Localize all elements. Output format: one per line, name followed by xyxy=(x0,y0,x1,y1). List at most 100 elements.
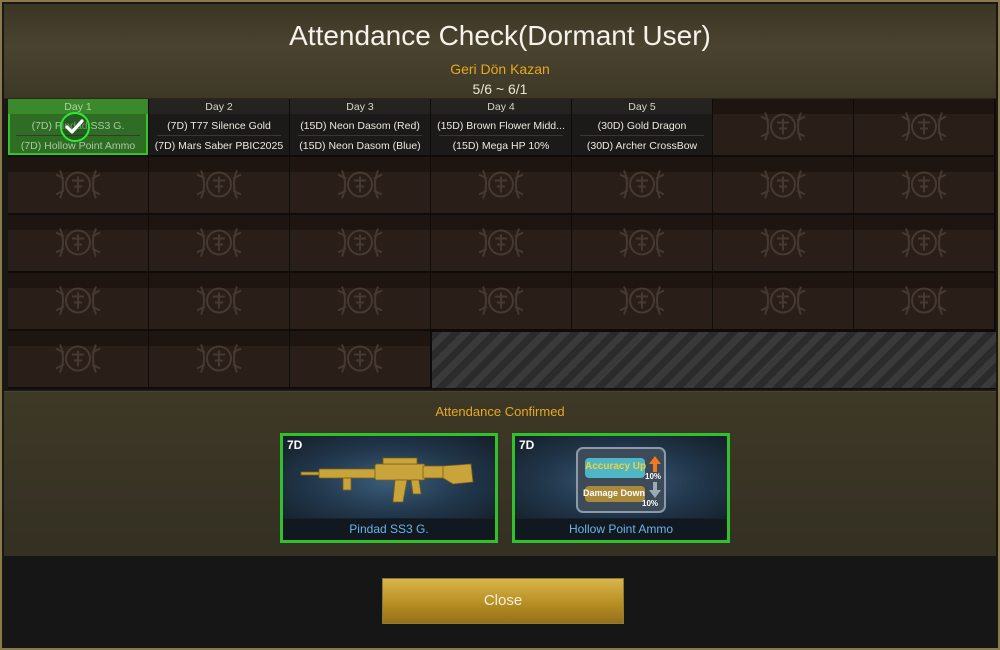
emblem-watermark-icon xyxy=(334,223,386,268)
attendance-dialog: Attendance Check(Dormant User) Geri Dön … xyxy=(0,0,1000,650)
reward-item-1: (30D) Gold Dragon xyxy=(597,120,687,132)
emblem-watermark-icon xyxy=(616,281,668,326)
emblem-watermark-icon xyxy=(475,223,527,268)
day-label: Day 4 xyxy=(487,101,515,113)
empty-day-cell xyxy=(8,273,148,329)
empty-day-cell xyxy=(572,215,712,271)
emblem-watermark-icon xyxy=(52,165,104,210)
empty-day-cell xyxy=(149,215,289,271)
emblem-watermark-icon xyxy=(757,107,809,152)
emblem-watermark-icon xyxy=(757,165,809,210)
emblem-watermark-icon xyxy=(475,281,527,326)
empty-day-cell xyxy=(290,331,430,387)
reward-name: Pindad SS3 G. xyxy=(283,519,495,540)
empty-day-cell xyxy=(713,99,853,155)
emblem-watermark-icon xyxy=(616,223,668,268)
reward-duration: 7D xyxy=(519,438,535,452)
emblem-watermark-icon xyxy=(52,281,104,326)
day-cell-2: Day 2 (7D) T77 Silence Gold (7D) Mars Sabe… xyxy=(149,99,289,155)
checkmark-icon xyxy=(60,112,90,142)
empty-day-cell xyxy=(854,273,994,329)
emblem-watermark-icon xyxy=(52,339,104,384)
empty-day-cell xyxy=(572,157,712,213)
empty-day-cell xyxy=(8,157,148,213)
day-cell-1: Day 1 (7D) Pindad SS3 G. (7D) Hollow Point… xyxy=(8,99,148,155)
empty-day-cell xyxy=(431,273,571,329)
empty-day-cell xyxy=(149,157,289,213)
empty-day-cell xyxy=(8,331,148,387)
item-divider xyxy=(439,135,563,136)
emblem-watermark-icon xyxy=(616,165,668,210)
emblem-watermark-icon xyxy=(193,223,245,268)
dialog-footer: Close xyxy=(4,556,996,648)
confirmation-panel: Attendance Confirmed 7D Pindad SS3 G. Ac… xyxy=(4,391,996,556)
reward-art: Accuracy Up 10% Damage Down 10% xyxy=(515,436,727,518)
emblem-watermark-icon xyxy=(898,281,950,326)
close-button[interactable]: Close xyxy=(382,578,624,624)
card-line-1: Accuracy Up xyxy=(585,461,646,472)
unused-calendar-area xyxy=(432,332,996,388)
empty-day-cell xyxy=(149,331,289,387)
date-range: 5/6 ~ 6/1 xyxy=(472,81,528,97)
reward-art xyxy=(283,436,495,518)
day-cell-3: Day 3 (15D) Neon Dasom (Red) (15D) Neon Da… xyxy=(290,99,430,155)
ammo-card-icon: Accuracy Up 10% Damage Down 10% xyxy=(576,447,666,513)
reward-item-1: (15D) Neon Dasom (Red) xyxy=(300,120,420,132)
reward-card-1: 7D Pindad SS3 G. xyxy=(280,433,498,543)
empty-day-cell xyxy=(713,273,853,329)
emblem-watermark-icon xyxy=(475,165,527,210)
day-label: Day 1 xyxy=(64,101,92,113)
rifle-icon xyxy=(300,457,474,503)
empty-day-cell xyxy=(572,273,712,329)
emblem-watermark-icon xyxy=(757,223,809,268)
reward-item-2: (15D) Mega HP 10% xyxy=(452,140,550,152)
reward-item-2: (30D) Archer CrossBow xyxy=(586,140,698,152)
empty-day-cell xyxy=(854,215,994,271)
day-label: Day 5 xyxy=(628,101,656,113)
emblem-watermark-icon xyxy=(52,223,104,268)
emblem-watermark-icon xyxy=(334,281,386,326)
empty-day-cell xyxy=(290,215,430,271)
emblem-watermark-icon xyxy=(898,223,950,268)
card-line-2: Damage Down xyxy=(583,488,645,498)
card-pct-2: 10% xyxy=(642,499,658,508)
emblem-watermark-icon xyxy=(193,339,245,384)
empty-day-cell xyxy=(149,273,289,329)
reward-name: Hollow Point Ammo xyxy=(515,519,727,540)
emblem-watermark-icon xyxy=(898,107,950,152)
reward-card-2: Accuracy Up 10% Damage Down 10% 7D Hollo… xyxy=(512,433,730,543)
empty-day-cell xyxy=(713,215,853,271)
dialog-header: Attendance Check(Dormant User) Geri Dön … xyxy=(4,4,996,99)
emblem-watermark-icon xyxy=(757,281,809,326)
reward-item-2: (15D) Neon Dasom (Blue) xyxy=(299,140,421,152)
emblem-watermark-icon xyxy=(334,339,386,384)
empty-day-cell xyxy=(8,215,148,271)
item-divider xyxy=(298,135,422,136)
emblem-watermark-icon xyxy=(334,165,386,210)
attendance-confirmed-label: Attendance Confirmed xyxy=(435,404,565,419)
item-divider xyxy=(157,135,281,136)
reward-item-2: (7D) Mars Saber PBIC2025 xyxy=(154,140,284,152)
reward-item-1: (7D) T77 Silence Gold xyxy=(167,120,271,132)
attendance-calendar: Day 1 (7D) Pindad SS3 G. (7D) Hollow Point… xyxy=(8,99,996,389)
empty-day-cell xyxy=(854,157,994,213)
empty-day-cell xyxy=(854,99,994,155)
reward-item-1: (15D) Brown Flower Midd... xyxy=(437,120,565,132)
emblem-watermark-icon xyxy=(193,165,245,210)
item-divider xyxy=(580,135,704,136)
day-cell-4: Day 4 (15D) Brown Flower Midd... (15D) Meg… xyxy=(431,99,571,155)
empty-day-cell xyxy=(290,157,430,213)
empty-day-cell xyxy=(290,273,430,329)
day-label: Day 3 xyxy=(346,101,374,113)
empty-day-cell xyxy=(431,215,571,271)
dialog-title: Attendance Check(Dormant User) xyxy=(289,20,711,51)
day-cell-5: Day 5 (30D) Gold Dragon (30D) Archer Cross… xyxy=(572,99,712,155)
emblem-watermark-icon xyxy=(898,165,950,210)
day-label: Day 2 xyxy=(205,101,233,113)
card-pct-1: 10% xyxy=(645,472,661,481)
empty-day-cell xyxy=(713,157,853,213)
emblem-watermark-icon xyxy=(193,281,245,326)
empty-day-cell xyxy=(431,157,571,213)
event-subtitle: Geri Dön Kazan xyxy=(450,61,550,77)
reward-duration: 7D xyxy=(287,438,303,452)
